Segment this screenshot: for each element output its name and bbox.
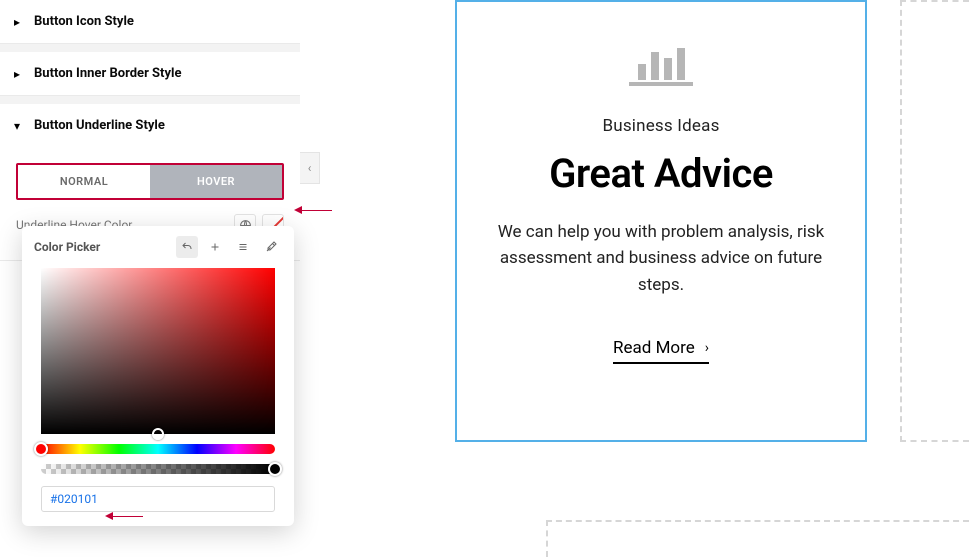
caret-right-icon: ▸ — [10, 67, 24, 81]
bar-chart-icon — [629, 38, 693, 86]
hue-slider[interactable] — [41, 444, 275, 454]
section-title: Button Inner Border Style — [34, 66, 181, 81]
undo-icon[interactable] — [176, 236, 198, 258]
section-button-icon-style[interactable]: ▸ Button Icon Style — [0, 0, 300, 44]
list-icon[interactable] — [232, 236, 254, 258]
plus-icon[interactable] — [204, 236, 226, 258]
caret-right-icon: ▸ — [10, 15, 24, 29]
chevron-right-icon: › — [705, 340, 709, 356]
tab-normal[interactable]: NORMAL — [18, 165, 150, 198]
saturation-handle[interactable] — [152, 428, 164, 440]
tab-hover[interactable]: HOVER — [150, 165, 282, 198]
saturation-picker[interactable] — [41, 268, 275, 434]
style-sidebar: ▸ Button Icon Style ▸ Button Inner Borde… — [0, 0, 300, 261]
section-title: Button Underline Style — [34, 118, 165, 133]
hue-handle[interactable] — [34, 442, 48, 456]
preview-card: Business Ideas Great Advice We can help … — [455, 0, 867, 442]
caret-down-icon: ▾ — [10, 119, 24, 133]
annotation-arrow-icon — [294, 206, 332, 214]
alpha-handle[interactable] — [268, 462, 282, 476]
state-tabs: NORMAL HOVER — [16, 163, 284, 200]
read-more-label: Read More — [613, 338, 695, 358]
section-button-inner-border-style[interactable]: ▸ Button Inner Border Style — [0, 52, 300, 96]
hex-input[interactable] — [41, 486, 275, 512]
widget-placeholder[interactable] — [900, 0, 969, 442]
card-eyebrow: Business Ideas — [457, 116, 865, 136]
color-picker-popover: Color Picker — [22, 226, 294, 526]
card-description: We can help you with problem analysis, r… — [457, 219, 865, 298]
section-divider — [0, 96, 300, 104]
alpha-slider[interactable] — [41, 464, 275, 474]
section-divider — [0, 44, 300, 52]
card-title: Great Advice — [457, 150, 865, 197]
eyedropper-icon[interactable] — [260, 236, 282, 258]
read-more-button[interactable]: Read More › — [613, 338, 709, 364]
section-title: Button Icon Style — [34, 14, 134, 29]
annotation-arrow-icon — [105, 512, 143, 520]
widget-placeholder[interactable] — [546, 520, 969, 557]
color-picker-title: Color Picker — [34, 240, 100, 254]
collapse-sidebar-button[interactable]: ‹ — [300, 152, 320, 184]
